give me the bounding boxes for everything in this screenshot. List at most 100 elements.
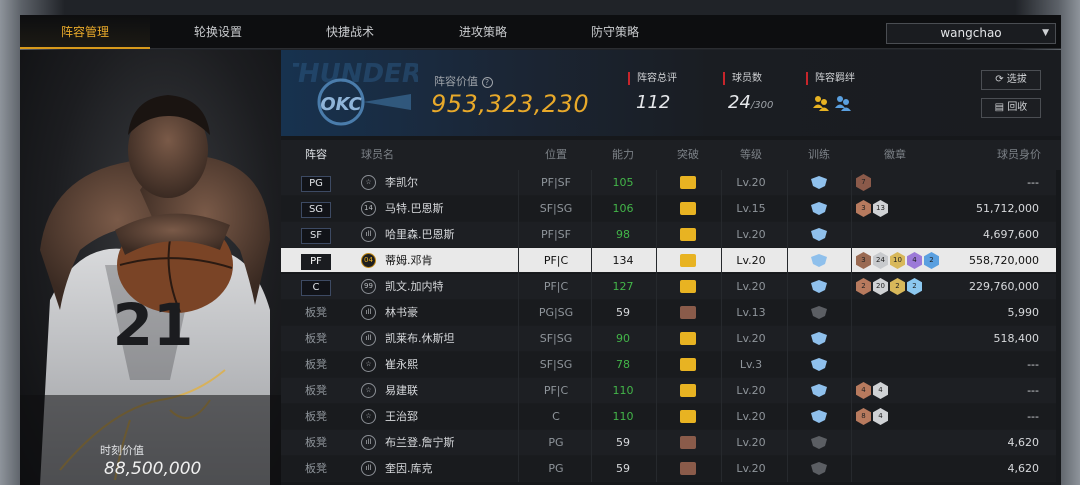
table-row[interactable]: PF 04 蒂姆.邓肯 PF|C 134 Lv.20 3 24 10 4 2 558,720,000 bbox=[281, 248, 1056, 274]
slot-cell[interactable]: 板凳 bbox=[296, 300, 336, 326]
training-icon[interactable] bbox=[810, 254, 828, 267]
badge-icon[interactable]: 4 bbox=[873, 408, 888, 425]
player-name[interactable]: 哈里森.巴恩斯 bbox=[385, 222, 525, 248]
col-position[interactable]: 位置 bbox=[536, 140, 576, 170]
training-icon[interactable] bbox=[810, 176, 828, 189]
badge-icon[interactable]: 3 bbox=[856, 200, 871, 217]
tab-lineup[interactable]: 阵容管理 bbox=[20, 15, 150, 49]
draft-button[interactable]: ⟳ 选拔 bbox=[981, 70, 1041, 90]
training-icon[interactable] bbox=[810, 280, 828, 293]
table-row[interactable]: 板凳 ıll 凯莱布.休斯坦 SF|SG 90 Lv.20 518,400 bbox=[281, 326, 1056, 352]
table-row[interactable]: 板凳 ☆ 王治郅 C 110 Lv.20 8 4 --- bbox=[281, 404, 1056, 430]
slot-cell[interactable]: 板凳 bbox=[296, 352, 336, 378]
training-icon[interactable] bbox=[810, 436, 828, 449]
crown-bronze-icon[interactable] bbox=[680, 436, 696, 449]
table-row[interactable]: SF ıll 哈里森.巴恩斯 PF|SF 98 Lv.20 4,697,600 bbox=[281, 222, 1056, 248]
training-icon[interactable] bbox=[810, 358, 828, 371]
col-badges[interactable]: 徽章 bbox=[875, 140, 915, 170]
table-row[interactable]: 板凳 ıll 奎因.库克 PG 59 Lv.20 4,620 bbox=[281, 456, 1056, 482]
training-icon[interactable] bbox=[810, 410, 828, 423]
crown-gold-icon[interactable] bbox=[680, 384, 696, 397]
slot-cell[interactable]: SF bbox=[296, 222, 336, 248]
player-name[interactable]: 易建联 bbox=[385, 378, 525, 404]
badge-icon[interactable]: 4 bbox=[856, 382, 871, 399]
chevron-down-icon: ▼ bbox=[1042, 28, 1049, 38]
badge-icon[interactable]: 13 bbox=[873, 200, 888, 217]
slot-cell[interactable]: 板凳 bbox=[296, 456, 336, 482]
slot-cell[interactable]: C bbox=[296, 274, 336, 300]
slot-cell[interactable]: 板凳 bbox=[296, 326, 336, 352]
table-row[interactable]: 板凳 ☆ 崔永熙 SF|SG 78 Lv.3 --- bbox=[281, 352, 1056, 378]
col-name[interactable]: 球员名 bbox=[361, 140, 401, 170]
slot-cell[interactable]: PF bbox=[296, 248, 336, 274]
training-icon[interactable] bbox=[810, 202, 828, 215]
badge-icon[interactable]: 8 bbox=[856, 408, 871, 425]
badge-icon[interactable]: 2 bbox=[907, 278, 922, 295]
slot-cell[interactable]: SG bbox=[296, 196, 336, 222]
badge-icon[interactable]: 20 bbox=[873, 278, 888, 295]
table-row[interactable]: 板凳 ☆ 易建联 PF|C 110 Lv.20 4 4 --- bbox=[281, 378, 1056, 404]
slot-cell[interactable]: 板凳 bbox=[296, 378, 336, 404]
player-position: PF|C bbox=[543, 384, 569, 397]
col-lineup[interactable]: 阵容 bbox=[296, 140, 336, 170]
col-ability[interactable]: 能力 bbox=[603, 140, 643, 170]
crown-gold-icon[interactable] bbox=[680, 228, 696, 241]
training-icon[interactable] bbox=[810, 332, 828, 345]
tab-quick-tactics[interactable]: 快捷战术 bbox=[285, 15, 415, 49]
slot-cell[interactable]: PG bbox=[296, 170, 336, 196]
table-row[interactable]: 板凳 ıll 林书豪 PG|SG 59 Lv.13 5,990 bbox=[281, 300, 1056, 326]
table-row[interactable]: C 99 凯文.加内特 PF|C 127 Lv.20 2 20 2 2 229,760,000 bbox=[281, 274, 1056, 300]
tab-rotation[interactable]: 轮换设置 bbox=[153, 15, 283, 49]
tab-offense[interactable]: 进攻策略 bbox=[418, 15, 548, 49]
badge-icon[interactable]: 3 bbox=[856, 252, 871, 269]
training-icon[interactable] bbox=[810, 228, 828, 241]
user-dropdown[interactable]: wangchao ▼ bbox=[886, 23, 1056, 44]
crown-gold-icon[interactable] bbox=[680, 176, 696, 189]
player-name[interactable]: 凯莱布.休斯坦 bbox=[385, 326, 525, 352]
slot-cell[interactable]: 板凳 bbox=[296, 430, 336, 456]
badge-icon[interactable]: 2 bbox=[856, 278, 871, 295]
crown-gold-icon[interactable] bbox=[680, 280, 696, 293]
col-breakthrough[interactable]: 突破 bbox=[668, 140, 708, 170]
player-name[interactable]: 崔永熙 bbox=[385, 352, 525, 378]
player-name[interactable]: 林书豪 bbox=[385, 300, 525, 326]
col-training[interactable]: 训练 bbox=[799, 140, 839, 170]
crown-gold-icon[interactable] bbox=[680, 254, 696, 267]
player-name[interactable]: 奎因.库克 bbox=[385, 456, 525, 482]
table-row[interactable]: 板凳 ıll 布兰登.詹宁斯 PG 59 Lv.20 4,620 bbox=[281, 430, 1056, 456]
badge-icon[interactable]: 24 bbox=[873, 252, 888, 269]
badge-icon[interactable]: 10 bbox=[890, 252, 905, 269]
training-icon[interactable] bbox=[810, 306, 828, 319]
crown-bronze-icon[interactable] bbox=[680, 462, 696, 475]
training-icon[interactable] bbox=[810, 384, 828, 397]
stat-chemistry-label: 阵容羁绊 bbox=[806, 72, 855, 85]
lineup-value-label: 阵容价值 ? bbox=[434, 73, 493, 89]
col-value[interactable]: 球员身价 bbox=[981, 140, 1041, 170]
tab-defense[interactable]: 防守策略 bbox=[550, 15, 680, 49]
recycle-button[interactable]: ▤ 回收 bbox=[981, 98, 1041, 118]
player-name[interactable]: 蒂姆.邓肯 bbox=[385, 248, 525, 274]
player-name[interactable]: 凯文.加内特 bbox=[385, 274, 525, 300]
stat-player-count-value: 24/300 bbox=[728, 92, 774, 113]
player-level: Lv.20 bbox=[736, 254, 766, 267]
player-name[interactable]: 布兰登.詹宁斯 bbox=[385, 430, 525, 456]
table-row[interactable]: SG 14 马特.巴恩斯 SF|SG 106 Lv.15 3 13 51,712,000 bbox=[281, 196, 1056, 222]
crown-bronze-icon[interactable] bbox=[680, 306, 696, 319]
col-level[interactable]: 等级 bbox=[731, 140, 771, 170]
badge-icon[interactable]: 4 bbox=[907, 252, 922, 269]
slot-cell[interactable]: 板凳 bbox=[296, 404, 336, 430]
player-name[interactable]: 王治郅 bbox=[385, 404, 525, 430]
table-row[interactable]: PG ☆ 李凯尔 PF|SF 105 Lv.20 7 --- bbox=[281, 170, 1056, 196]
crown-gold-icon[interactable] bbox=[680, 202, 696, 215]
crown-gold-icon[interactable] bbox=[680, 410, 696, 423]
crown-gold-icon[interactable] bbox=[680, 332, 696, 345]
crown-gold-icon[interactable] bbox=[680, 358, 696, 371]
player-name[interactable]: 李凯尔 bbox=[385, 170, 525, 196]
player-position: PF|C bbox=[543, 280, 569, 293]
badge-icon[interactable]: 2 bbox=[890, 278, 905, 295]
player-name[interactable]: 马特.巴恩斯 bbox=[385, 196, 525, 222]
chemistry-icon[interactable] bbox=[812, 94, 852, 112]
badge-icon[interactable]: 7 bbox=[856, 174, 871, 191]
training-icon[interactable] bbox=[810, 462, 828, 475]
badge-icon[interactable]: 4 bbox=[873, 382, 888, 399]
